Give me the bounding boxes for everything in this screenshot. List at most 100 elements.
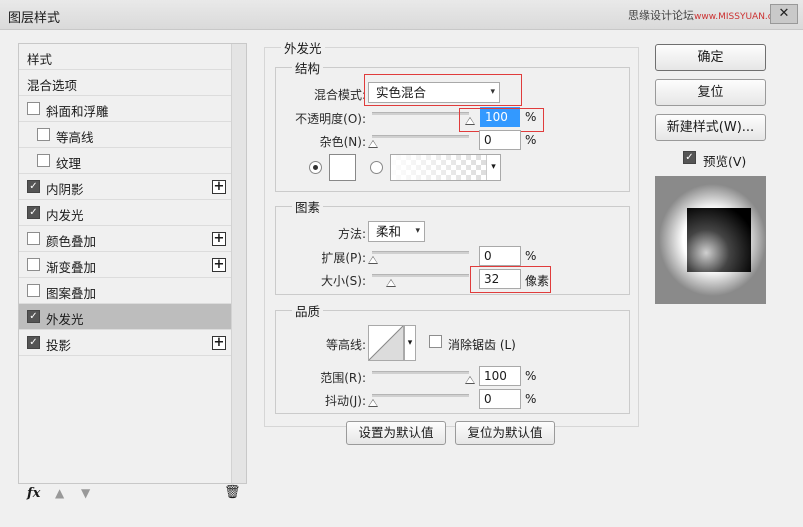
range-slider-thumb[interactable] bbox=[465, 376, 475, 384]
style-list-panel: 样式混合选项斜面和浮雕等高线纹理 ✓ 内阴影 + ✓ 内发光颜色叠加 + 渐变叠加 + 图案叠加 ✓… bbox=[18, 43, 247, 484]
style-checkbox[interactable]: ✓ bbox=[27, 206, 40, 219]
style-item-label: 斜面和浮雕 bbox=[46, 104, 109, 119]
fx-icon[interactable]: fx bbox=[27, 486, 40, 501]
structure-title: 结构 bbox=[292, 58, 324, 77]
window-title: 图层样式 bbox=[8, 11, 61, 26]
preview-checkbox[interactable]: ✓ bbox=[683, 151, 696, 164]
close-button[interactable]: ✕ bbox=[770, 4, 798, 24]
highlight-box-opacity bbox=[459, 108, 544, 132]
spread-label: 扩展(P): bbox=[321, 251, 366, 265]
preview-label: 预览(V) bbox=[703, 154, 747, 169]
spread-slider-thumb[interactable] bbox=[368, 256, 378, 264]
style-list-item[interactable]: ✓ 投影 + bbox=[19, 330, 231, 356]
jitter-input[interactable]: 0 bbox=[479, 389, 521, 409]
style-list-item[interactable]: ✓ 内阴影 + bbox=[19, 174, 231, 200]
style-checkbox[interactable]: ✓ bbox=[27, 310, 40, 323]
move-down-icon[interactable]: ▼ bbox=[81, 486, 90, 500]
style-checkbox[interactable]: ✓ bbox=[27, 336, 40, 349]
style-list-item[interactable]: ✓ 外发光 bbox=[19, 304, 231, 330]
size-slider-thumb[interactable] bbox=[386, 279, 396, 287]
style-checkbox[interactable] bbox=[27, 284, 40, 297]
style-item-label: 渐变叠加 bbox=[46, 260, 97, 275]
solid-color-radio[interactable] bbox=[309, 161, 322, 174]
spread-slider-track[interactable] bbox=[372, 251, 469, 254]
size-slider-track[interactable] bbox=[372, 274, 469, 277]
style-list-item[interactable]: 纹理 bbox=[19, 148, 231, 174]
style-item-label: 样式 bbox=[27, 52, 53, 67]
blend-mode-label: 混合模式: bbox=[313, 88, 366, 102]
trash-icon[interactable]: 🗑 bbox=[224, 485, 241, 500]
add-effect-icon[interactable]: + bbox=[212, 180, 226, 194]
gradient-picker[interactable]: ▾ bbox=[390, 154, 501, 181]
jitter-slider-thumb[interactable] bbox=[368, 399, 378, 407]
preview-image bbox=[655, 176, 766, 304]
style-checkbox[interactable] bbox=[27, 102, 40, 115]
highlight-box-size bbox=[470, 266, 551, 293]
noise-slider-track[interactable] bbox=[372, 135, 469, 138]
quality-title: 品质 bbox=[292, 301, 324, 320]
set-default-button[interactable]: 设置为默认值 bbox=[346, 421, 446, 445]
style-checkbox[interactable] bbox=[37, 154, 50, 167]
antialias-label: 消除锯齿 (L) bbox=[448, 338, 516, 352]
size-label: 大小(S): bbox=[320, 274, 366, 288]
noise-input[interactable]: 0 bbox=[479, 130, 521, 150]
contour-picker[interactable]: ▾ bbox=[368, 325, 416, 361]
reset-button[interactable]: 复位 bbox=[655, 79, 766, 106]
style-list-item[interactable]: ✓ 内发光 bbox=[19, 200, 231, 226]
method-label: 方法: bbox=[337, 227, 366, 241]
new-style-button[interactable]: 新建样式(W)... bbox=[655, 114, 766, 141]
style-checkbox[interactable] bbox=[27, 232, 40, 245]
style-checkbox[interactable] bbox=[27, 258, 40, 271]
chevron-down-icon: ▾ bbox=[404, 325, 416, 361]
method-select[interactable]: 柔和 ▾ bbox=[368, 221, 425, 242]
style-list-scrollbar[interactable] bbox=[231, 44, 246, 483]
ok-button[interactable]: 确定 bbox=[655, 44, 766, 71]
style-list-item[interactable]: 混合选项 bbox=[19, 70, 231, 96]
style-item-label: 外发光 bbox=[46, 312, 84, 327]
style-list-item[interactable]: 图案叠加 bbox=[19, 278, 231, 304]
style-item-label: 纹理 bbox=[56, 156, 82, 171]
chevron-down-icon: ▾ bbox=[486, 155, 500, 180]
chevron-down-icon: ▾ bbox=[415, 226, 420, 236]
noise-label: 杂色(N): bbox=[319, 135, 366, 149]
style-list-item[interactable]: 渐变叠加 + bbox=[19, 252, 231, 278]
noise-unit: % bbox=[525, 133, 537, 147]
style-item-label: 等高线 bbox=[56, 130, 94, 145]
style-preview bbox=[655, 176, 766, 304]
noise-slider-thumb[interactable] bbox=[368, 140, 378, 148]
jitter-slider-track[interactable] bbox=[372, 394, 469, 397]
gradient-preview bbox=[391, 155, 500, 180]
highlight-box-blend bbox=[364, 74, 522, 106]
range-slider-track[interactable] bbox=[372, 371, 469, 374]
style-list-item[interactable]: 颜色叠加 + bbox=[19, 226, 231, 252]
contour-label: 等高线: bbox=[325, 338, 366, 352]
add-effect-icon[interactable]: + bbox=[212, 232, 226, 246]
elements-title: 图素 bbox=[292, 197, 324, 216]
style-list-toolbar: fx ▲ ▼ 🗑 bbox=[18, 484, 247, 506]
gradient-radio[interactable] bbox=[370, 161, 383, 174]
method-value: 柔和 bbox=[376, 224, 402, 239]
style-item-label: 投影 bbox=[46, 338, 72, 353]
add-effect-icon[interactable]: + bbox=[212, 336, 226, 350]
style-item-label: 颜色叠加 bbox=[46, 234, 97, 249]
opacity-slider-track[interactable] bbox=[372, 112, 469, 115]
style-item-label: 内阴影 bbox=[46, 182, 84, 197]
style-list-item[interactable]: 等高线 bbox=[19, 122, 231, 148]
style-list: 样式混合选项斜面和浮雕等高线纹理 ✓ 内阴影 + ✓ 内发光颜色叠加 + 渐变叠加 + 图案叠加 ✓… bbox=[19, 44, 231, 483]
reset-default-button[interactable]: 复位为默认值 bbox=[455, 421, 555, 445]
style-checkbox[interactable]: ✓ bbox=[27, 180, 40, 193]
add-effect-icon[interactable]: + bbox=[212, 258, 226, 272]
spread-input[interactable]: 0 bbox=[479, 246, 521, 266]
style-item-label: 图案叠加 bbox=[46, 286, 97, 301]
move-up-icon[interactable]: ▲ bbox=[55, 486, 64, 500]
style-list-item[interactable]: 斜面和浮雕 bbox=[19, 96, 231, 122]
style-item-label: 混合选项 bbox=[27, 78, 78, 93]
range-input[interactable]: 100 bbox=[479, 366, 521, 386]
style-list-item[interactable]: 样式 bbox=[19, 44, 231, 70]
jitter-label: 抖动(J): bbox=[325, 394, 366, 408]
glow-color-swatch[interactable] bbox=[329, 154, 356, 181]
outer-glow-title: 外发光 bbox=[281, 38, 325, 57]
antialias-checkbox[interactable] bbox=[429, 335, 442, 348]
style-checkbox[interactable] bbox=[37, 128, 50, 141]
watermark: 思缘设计论坛www.MISSYUAN.com bbox=[628, 9, 788, 22]
